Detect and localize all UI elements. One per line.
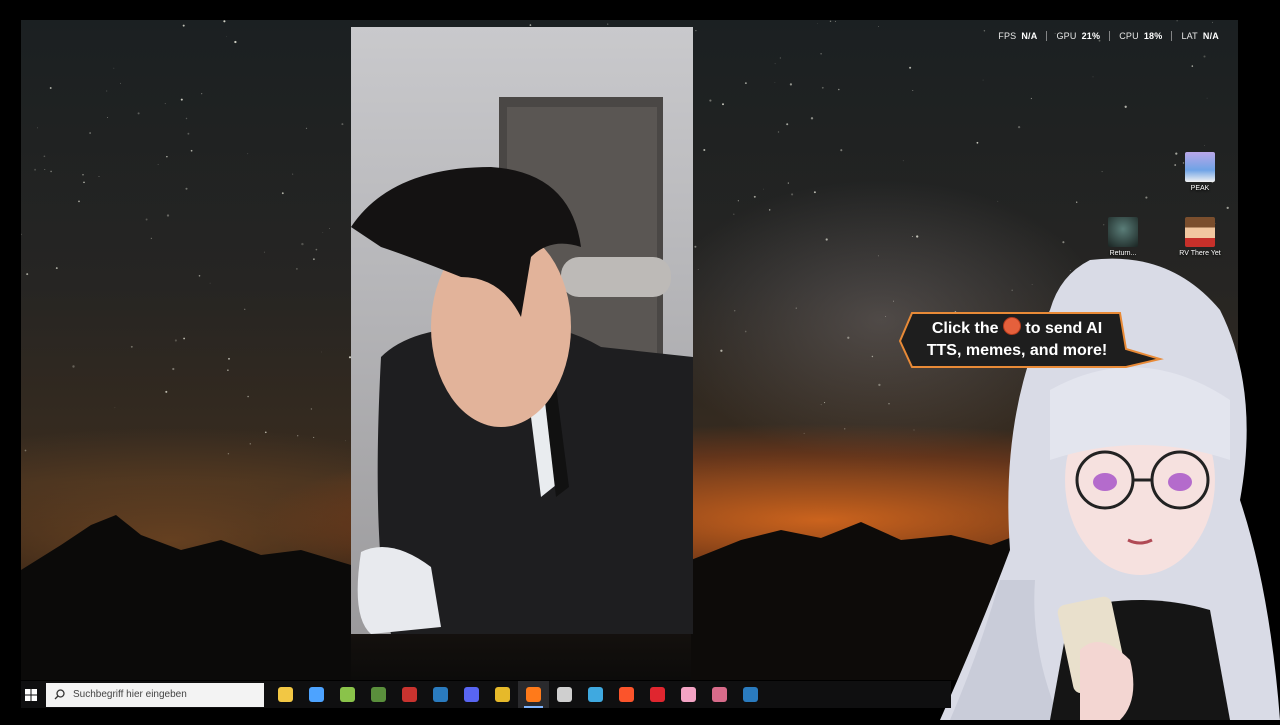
taskbar-app-streamlabs[interactable] [673, 681, 704, 708]
perf-value: 21% [1081, 31, 1101, 41]
search-input[interactable] [71, 688, 255, 701]
steam-icon [433, 687, 448, 702]
taskbar-app-sync-app[interactable] [580, 681, 611, 708]
callout-text-part: Click the [931, 320, 999, 337]
return-game-icon [1108, 217, 1138, 247]
video-player-window[interactable] [351, 27, 693, 634]
taskbar-app-firefox[interactable] [518, 681, 549, 708]
overlay-app-icon [712, 687, 727, 702]
android-app-icon [340, 687, 355, 702]
chrome-icon [495, 687, 510, 702]
taskbar-app-steam[interactable] [425, 681, 456, 708]
callout-text-part: to send AI [1025, 320, 1103, 337]
perf-label: LAT [1181, 31, 1198, 41]
minecraft-icon [371, 687, 386, 702]
rv-there-yet-game-icon [1185, 217, 1215, 247]
speedtest-icon [557, 687, 572, 702]
callout-text-line2: TTS, memes, and more! [926, 342, 1108, 359]
taskbar-app-chrome[interactable] [487, 681, 518, 708]
microsoft-store-icon [309, 687, 324, 702]
taskbar-app-file-explorer[interactable] [270, 681, 301, 708]
taskbar-app-discord[interactable] [456, 681, 487, 708]
tts-callout: Click the to send AI TTS, memes, and mor… [898, 311, 1164, 368]
steam-2-icon [743, 687, 758, 702]
perf-gpu: GPU 21% [1046, 31, 1109, 41]
perf-label: FPS [998, 31, 1017, 41]
search-icon [54, 689, 65, 700]
perf-value: N/A [1021, 31, 1038, 41]
game-launcher-red-icon [402, 687, 417, 702]
windows-taskbar [21, 681, 951, 708]
taskbar-app-opera[interactable] [642, 681, 673, 708]
perf-lat: LAT N/A [1171, 31, 1228, 41]
taskbar-app-steam-2[interactable] [735, 681, 766, 708]
perf-label: GPU [1056, 31, 1077, 41]
taskbar-app-game-launcher-red[interactable] [394, 681, 425, 708]
streamlabs-icon [681, 687, 696, 702]
taskbar-app-brave[interactable] [611, 681, 642, 708]
desktop-icon-label: PEAK [1190, 185, 1210, 192]
performance-overlay: FPS N/A GPU 21% CPU 18% LAT N/A [989, 31, 1228, 41]
peak-game-icon [1185, 152, 1215, 182]
start-button[interactable] [21, 681, 41, 708]
taskbar-app-overlay-app[interactable] [704, 681, 735, 708]
sync-app-icon [588, 687, 603, 702]
taskbar-app-android-app[interactable] [332, 681, 363, 708]
perf-label: CPU [1119, 31, 1139, 41]
perf-fps: FPS N/A [989, 31, 1046, 41]
windows-logo-icon [25, 688, 37, 701]
taskbar-app-speedtest[interactable] [549, 681, 580, 708]
opera-icon [650, 687, 665, 702]
discord-icon [464, 687, 479, 702]
perf-value: N/A [1202, 31, 1219, 41]
perf-value: 18% [1143, 31, 1163, 41]
perf-cpu: CPU 18% [1109, 31, 1171, 41]
taskbar-app-microsoft-store[interactable] [301, 681, 332, 708]
brave-icon [619, 687, 634, 702]
file-explorer-icon [278, 687, 293, 702]
basketball-coin-icon [1002, 317, 1021, 335]
taskbar-app-minecraft[interactable] [363, 681, 394, 708]
firefox-icon [526, 687, 541, 702]
desktop-icon-peak[interactable]: PEAK [1170, 152, 1230, 192]
video-frame-person [351, 97, 693, 634]
taskbar-search[interactable] [46, 682, 264, 707]
taskbar-apps [270, 681, 766, 708]
